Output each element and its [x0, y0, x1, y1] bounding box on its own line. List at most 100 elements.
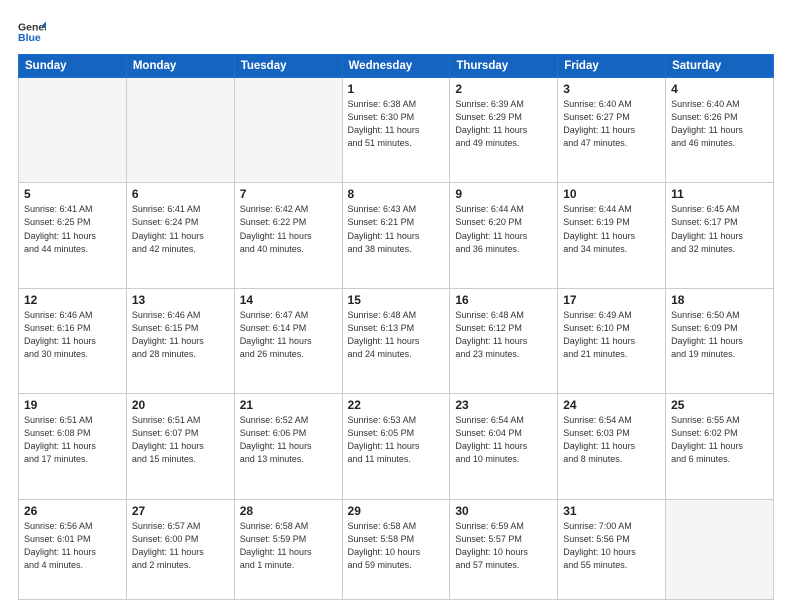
day-number: 23: [455, 398, 552, 412]
calendar-cell: 19 Sunrise: 6:51 AM Sunset: 6:08 PM Dayli…: [19, 394, 127, 499]
calendar-cell: 3 Sunrise: 6:40 AM Sunset: 6:27 PM Daylig…: [558, 78, 666, 183]
calendar-page: General Blue SundayMondayTuesdayWednesda…: [0, 0, 792, 612]
calendar-cell: 24 Sunrise: 6:54 AM Sunset: 6:03 PM Dayli…: [558, 394, 666, 499]
day-info: Sunrise: 6:41 AM Sunset: 6:24 PM Dayligh…: [132, 203, 229, 255]
weekday-header-friday: Friday: [558, 55, 666, 78]
day-number: 19: [24, 398, 121, 412]
day-number: 27: [132, 504, 229, 518]
day-number: 22: [348, 398, 445, 412]
calendar-cell: 12 Sunrise: 6:46 AM Sunset: 6:16 PM Dayli…: [19, 288, 127, 393]
day-number: 2: [455, 82, 552, 96]
day-number: 6: [132, 187, 229, 201]
calendar-cell: 15Sunrise: 6:48 AM Sunset: 6:13 PM Dayli…: [342, 288, 450, 393]
calendar-cell: 29Sunrise: 6:58 AM Sunset: 5:58 PM Dayli…: [342, 499, 450, 599]
day-number: 20: [132, 398, 229, 412]
week-row-2: 5Sunrise: 6:41 AM Sunset: 6:25 PM Daylig…: [19, 183, 774, 288]
day-number: 21: [240, 398, 337, 412]
day-number: 1: [348, 82, 445, 96]
day-number: 5: [24, 187, 121, 201]
day-info: Sunrise: 6:51 AM Sunset: 6:07 PM Dayligh…: [132, 414, 229, 466]
day-number: 13: [132, 293, 229, 307]
day-info: Sunrise: 6:49 AM Sunset: 6:10 PM Dayligh…: [563, 309, 660, 361]
calendar-body: 1 Sunrise: 6:38 AM Sunset: 6:30 PM Daylig…: [19, 78, 774, 600]
day-number: 24: [563, 398, 660, 412]
day-info: Sunrise: 6:39 AM Sunset: 6:29 PM Dayligh…: [455, 98, 552, 150]
calendar-cell: [666, 499, 774, 599]
day-number: 12: [24, 293, 121, 307]
calendar-cell: 25Sunrise: 6:55 AM Sunset: 6:02 PM Dayli…: [666, 394, 774, 499]
header: General Blue: [18, 18, 774, 46]
day-number: 7: [240, 187, 337, 201]
calendar-cell: 16Sunrise: 6:48 AM Sunset: 6:12 PM Dayli…: [450, 288, 558, 393]
day-info: Sunrise: 6:54 AM Sunset: 6:03 PM Dayligh…: [563, 414, 660, 466]
day-number: 8: [348, 187, 445, 201]
calendar-cell: 9 Sunrise: 6:44 AM Sunset: 6:20 PM Daylig…: [450, 183, 558, 288]
day-number: 10: [563, 187, 660, 201]
day-number: 28: [240, 504, 337, 518]
day-info: Sunrise: 6:47 AM Sunset: 6:14 PM Dayligh…: [240, 309, 337, 361]
day-info: Sunrise: 6:40 AM Sunset: 6:26 PM Dayligh…: [671, 98, 768, 150]
weekday-header-wednesday: Wednesday: [342, 55, 450, 78]
day-number: 26: [24, 504, 121, 518]
day-info: Sunrise: 6:46 AM Sunset: 6:15 PM Dayligh…: [132, 309, 229, 361]
calendar-cell: 23 Sunrise: 6:54 AM Sunset: 6:04 PM Dayli…: [450, 394, 558, 499]
calendar-cell: 5Sunrise: 6:41 AM Sunset: 6:25 PM Daylig…: [19, 183, 127, 288]
calendar-cell: 1 Sunrise: 6:38 AM Sunset: 6:30 PM Daylig…: [342, 78, 450, 183]
day-number: 25: [671, 398, 768, 412]
day-number: 9: [455, 187, 552, 201]
weekday-header-monday: Monday: [126, 55, 234, 78]
calendar-cell: 21 Sunrise: 6:52 AM Sunset: 6:06 PM Dayli…: [234, 394, 342, 499]
calendar-cell: [126, 78, 234, 183]
day-info: Sunrise: 6:57 AM Sunset: 6:00 PM Dayligh…: [132, 520, 229, 572]
calendar-cell: 20 Sunrise: 6:51 AM Sunset: 6:07 PM Dayli…: [126, 394, 234, 499]
day-number: 30: [455, 504, 552, 518]
day-number: 3: [563, 82, 660, 96]
weekday-header-saturday: Saturday: [666, 55, 774, 78]
calendar-cell: 17 Sunrise: 6:49 AM Sunset: 6:10 PM Dayli…: [558, 288, 666, 393]
day-info: Sunrise: 6:50 AM Sunset: 6:09 PM Dayligh…: [671, 309, 768, 361]
calendar-cell: 27 Sunrise: 6:57 AM Sunset: 6:00 PM Dayli…: [126, 499, 234, 599]
week-row-4: 19 Sunrise: 6:51 AM Sunset: 6:08 PM Dayli…: [19, 394, 774, 499]
day-info: Sunrise: 6:44 AM Sunset: 6:19 PM Dayligh…: [563, 203, 660, 255]
day-info: Sunrise: 6:42 AM Sunset: 6:22 PM Dayligh…: [240, 203, 337, 255]
weekday-header-sunday: Sunday: [19, 55, 127, 78]
day-info: Sunrise: 6:54 AM Sunset: 6:04 PM Dayligh…: [455, 414, 552, 466]
calendar-cell: 7 Sunrise: 6:42 AM Sunset: 6:22 PM Daylig…: [234, 183, 342, 288]
day-info: Sunrise: 7:00 AM Sunset: 5:56 PM Dayligh…: [563, 520, 660, 572]
day-number: 29: [348, 504, 445, 518]
day-info: Sunrise: 6:51 AM Sunset: 6:08 PM Dayligh…: [24, 414, 121, 466]
calendar-cell: 10 Sunrise: 6:44 AM Sunset: 6:19 PM Dayli…: [558, 183, 666, 288]
day-info: Sunrise: 6:38 AM Sunset: 6:30 PM Dayligh…: [348, 98, 445, 150]
week-row-1: 1 Sunrise: 6:38 AM Sunset: 6:30 PM Daylig…: [19, 78, 774, 183]
calendar-cell: [19, 78, 127, 183]
week-row-3: 12 Sunrise: 6:46 AM Sunset: 6:16 PM Dayli…: [19, 288, 774, 393]
calendar-cell: 31 Sunrise: 7:00 AM Sunset: 5:56 PM Dayli…: [558, 499, 666, 599]
day-number: 15: [348, 293, 445, 307]
day-info: Sunrise: 6:44 AM Sunset: 6:20 PM Dayligh…: [455, 203, 552, 255]
calendar-table: SundayMondayTuesdayWednesdayThursdayFrid…: [18, 54, 774, 600]
calendar-cell: 13 Sunrise: 6:46 AM Sunset: 6:15 PM Dayli…: [126, 288, 234, 393]
calendar-cell: 6 Sunrise: 6:41 AM Sunset: 6:24 PM Daylig…: [126, 183, 234, 288]
day-info: Sunrise: 6:59 AM Sunset: 5:57 PM Dayligh…: [455, 520, 552, 572]
day-info: Sunrise: 6:45 AM Sunset: 6:17 PM Dayligh…: [671, 203, 768, 255]
logo-icon: General Blue: [18, 18, 46, 46]
weekday-header-tuesday: Tuesday: [234, 55, 342, 78]
calendar-cell: 8Sunrise: 6:43 AM Sunset: 6:21 PM Daylig…: [342, 183, 450, 288]
calendar-cell: 30 Sunrise: 6:59 AM Sunset: 5:57 PM Dayli…: [450, 499, 558, 599]
day-number: 18: [671, 293, 768, 307]
day-number: 17: [563, 293, 660, 307]
day-info: Sunrise: 6:52 AM Sunset: 6:06 PM Dayligh…: [240, 414, 337, 466]
day-number: 31: [563, 504, 660, 518]
calendar-cell: [234, 78, 342, 183]
calendar-cell: 11Sunrise: 6:45 AM Sunset: 6:17 PM Dayli…: [666, 183, 774, 288]
day-info: Sunrise: 6:40 AM Sunset: 6:27 PM Dayligh…: [563, 98, 660, 150]
day-number: 14: [240, 293, 337, 307]
day-info: Sunrise: 6:46 AM Sunset: 6:16 PM Dayligh…: [24, 309, 121, 361]
day-number: 4: [671, 82, 768, 96]
day-info: Sunrise: 6:58 AM Sunset: 5:59 PM Dayligh…: [240, 520, 337, 572]
calendar-cell: 2 Sunrise: 6:39 AM Sunset: 6:29 PM Daylig…: [450, 78, 558, 183]
svg-text:Blue: Blue: [18, 32, 41, 44]
calendar-cell: 4 Sunrise: 6:40 AM Sunset: 6:26 PM Daylig…: [666, 78, 774, 183]
calendar-cell: 14 Sunrise: 6:47 AM Sunset: 6:14 PM Dayli…: [234, 288, 342, 393]
day-info: Sunrise: 6:48 AM Sunset: 6:12 PM Dayligh…: [455, 309, 552, 361]
